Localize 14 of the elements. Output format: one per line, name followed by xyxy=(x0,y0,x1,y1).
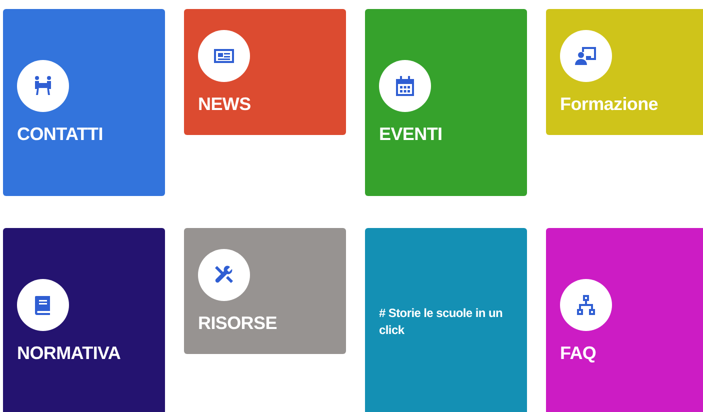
calendar-icon xyxy=(379,60,431,112)
newspaper-icon xyxy=(198,30,250,82)
network-icon xyxy=(560,279,612,331)
nav-tile[interactable]: # Storie le scuole in un click xyxy=(365,228,527,412)
book-icon xyxy=(17,279,69,331)
people-icon xyxy=(17,60,69,112)
tools-icon xyxy=(198,248,250,300)
presenter-icon xyxy=(560,30,612,82)
nav-tile[interactable]: NORMATIVA xyxy=(3,228,165,412)
nav-tile[interactable]: RISORSE xyxy=(184,228,346,354)
nav-tile[interactable]: CONTATTI xyxy=(3,9,165,196)
nav-tile[interactable]: NEWS xyxy=(184,9,346,135)
nav-tile[interactable]: EVENTI xyxy=(365,9,527,196)
nav-tile[interactable]: FAQ xyxy=(546,228,703,412)
